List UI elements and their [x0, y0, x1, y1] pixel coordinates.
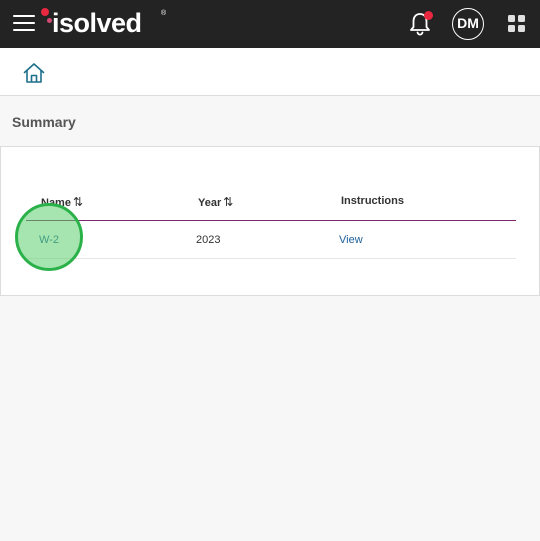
hamburger-menu-icon[interactable]	[13, 13, 35, 33]
notification-badge	[424, 11, 433, 20]
isolved-logo[interactable]: isolved ®	[40, 6, 170, 40]
column-header-label: Name	[41, 197, 71, 209]
breadcrumb-bar	[0, 48, 540, 96]
top-navigation-bar: isolved ® DM	[0, 0, 540, 48]
view-instructions-link[interactable]: View	[339, 234, 363, 246]
trademark-symbol: ®	[161, 10, 167, 17]
column-header-instructions: Instructions	[341, 195, 404, 207]
row-divider	[26, 258, 516, 259]
column-header-label: Year	[198, 197, 222, 209]
sort-icon[interactable]: ⇅	[223, 195, 233, 209]
table-header-divider	[26, 220, 516, 221]
summary-table-card: Name ⇅ Year ⇅ Instructions W-2 2023 View	[0, 146, 540, 296]
logo-dot	[41, 8, 49, 16]
column-header-name[interactable]: Name ⇅	[41, 195, 83, 209]
page-title: Summary	[12, 114, 76, 130]
sort-icon[interactable]: ⇅	[73, 195, 83, 209]
user-avatar[interactable]: DM	[452, 8, 484, 40]
year-cell: 2023	[196, 234, 221, 246]
column-header-label: Instructions	[341, 195, 404, 207]
document-name-link[interactable]: W-2	[39, 234, 59, 246]
column-header-year[interactable]: Year ⇅	[198, 195, 233, 209]
home-icon[interactable]	[22, 61, 46, 85]
apps-grid-icon[interactable]	[508, 15, 525, 32]
logo-text: isolved	[52, 8, 142, 38]
